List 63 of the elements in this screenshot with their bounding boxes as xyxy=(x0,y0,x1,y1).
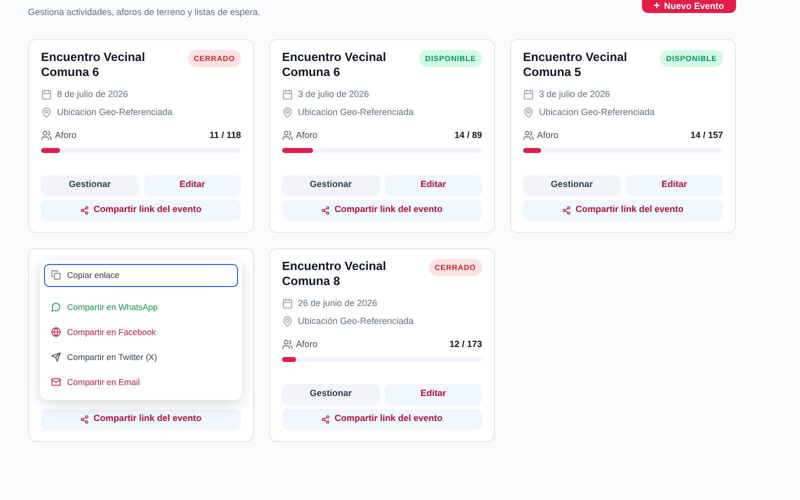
share-menu-item[interactable]: Compartir en Facebook xyxy=(44,320,238,344)
event-title: Encuentro Vecinal Comuna 8 xyxy=(282,258,388,288)
share-link-button[interactable]: Compartir link del evento xyxy=(282,408,482,430)
calendar-icon xyxy=(282,88,293,100)
event-date: 3 de julio de 2026 xyxy=(298,88,370,101)
manage-button[interactable]: Gestionar xyxy=(282,174,380,196)
event-location: Ubicacion Geo-Referenciada xyxy=(539,106,655,119)
copy-icon xyxy=(51,270,61,280)
manage-button[interactable]: Gestionar xyxy=(282,384,380,404)
event-title: Encuentro Vecinal Comuna 6 xyxy=(282,50,388,80)
location-pin-icon xyxy=(523,107,534,118)
people-icon xyxy=(41,130,52,142)
share-menu-item[interactable]: Compartir en Email xyxy=(44,370,238,394)
share-menu-item[interactable]: Compartir en Twitter (X) xyxy=(44,346,238,368)
plus-icon: + xyxy=(654,1,660,12)
event-date: 26 de junio de 2026 xyxy=(298,296,378,310)
people-icon xyxy=(282,339,293,350)
share-link-button[interactable]: Compartir link del evento xyxy=(41,408,241,430)
new-event-button[interactable]: + Nuevo Evento xyxy=(642,0,736,13)
share-link-button[interactable]: Compartir link del evento xyxy=(282,200,482,220)
event-date: 3 de julio de 2026 xyxy=(539,88,610,101)
capacity-label: Aforo xyxy=(55,129,77,142)
event-date: 8 de julio de 2026 xyxy=(57,88,128,101)
edit-button[interactable]: Editar xyxy=(626,174,723,196)
capacity-count: 14 / 89 xyxy=(454,129,482,142)
manage-button[interactable]: Gestionar xyxy=(523,174,620,196)
edit-button[interactable]: Editar xyxy=(384,384,482,404)
paper-plane-icon xyxy=(51,352,61,362)
location-pin-icon xyxy=(41,107,52,118)
share-menu-item[interactable]: Copiar enlace xyxy=(44,264,238,286)
capacity-count: 12 / 173 xyxy=(449,338,482,351)
calendar-icon xyxy=(41,88,52,100)
capacity-count: 11 / 118 xyxy=(209,129,241,142)
edit-button[interactable]: Editar xyxy=(384,174,482,196)
event-title: Encuentro Vecinal Comuna 6 xyxy=(41,50,146,80)
share-icon xyxy=(80,414,90,424)
share-icon xyxy=(80,206,90,214)
calendar-icon xyxy=(523,88,534,100)
event-location: Ubicacion Geo-Referenciada xyxy=(298,106,414,119)
event-location: Ubicacion Geo-Referenciada xyxy=(57,106,173,119)
event-title: Encuentro Vecinal Comuna 5 xyxy=(523,50,628,80)
people-icon xyxy=(282,130,293,142)
share-icon xyxy=(321,206,330,214)
globe-icon xyxy=(51,327,61,337)
location-pin-icon xyxy=(282,316,293,328)
capacity-label: Aforo xyxy=(296,129,318,142)
calendar-icon xyxy=(282,298,293,309)
page-subtitle: Gestiona actividades, aforos de terreno y listas de espera. xyxy=(28,6,260,19)
edit-button[interactable]: Editar xyxy=(144,174,241,196)
share-menu-item[interactable]: Compartir en WhatsApp xyxy=(44,296,238,318)
share-icon xyxy=(321,414,330,424)
mail-icon xyxy=(51,377,61,387)
share-link-button[interactable]: Compartir link del evento xyxy=(523,200,723,220)
capacity-count: 14 / 157 xyxy=(690,129,723,142)
capacity-label: Aforo xyxy=(296,338,318,351)
people-icon xyxy=(523,130,534,142)
share-icon xyxy=(562,206,572,214)
capacity-label: Aforo xyxy=(537,129,559,142)
manage-button[interactable]: Gestionar xyxy=(41,174,138,196)
event-location: Ubicación Geo-Referenciada xyxy=(298,315,414,328)
share-link-button[interactable]: Compartir link del evento xyxy=(41,200,241,220)
location-pin-icon xyxy=(282,107,293,118)
chat-bubble-icon xyxy=(51,302,61,312)
